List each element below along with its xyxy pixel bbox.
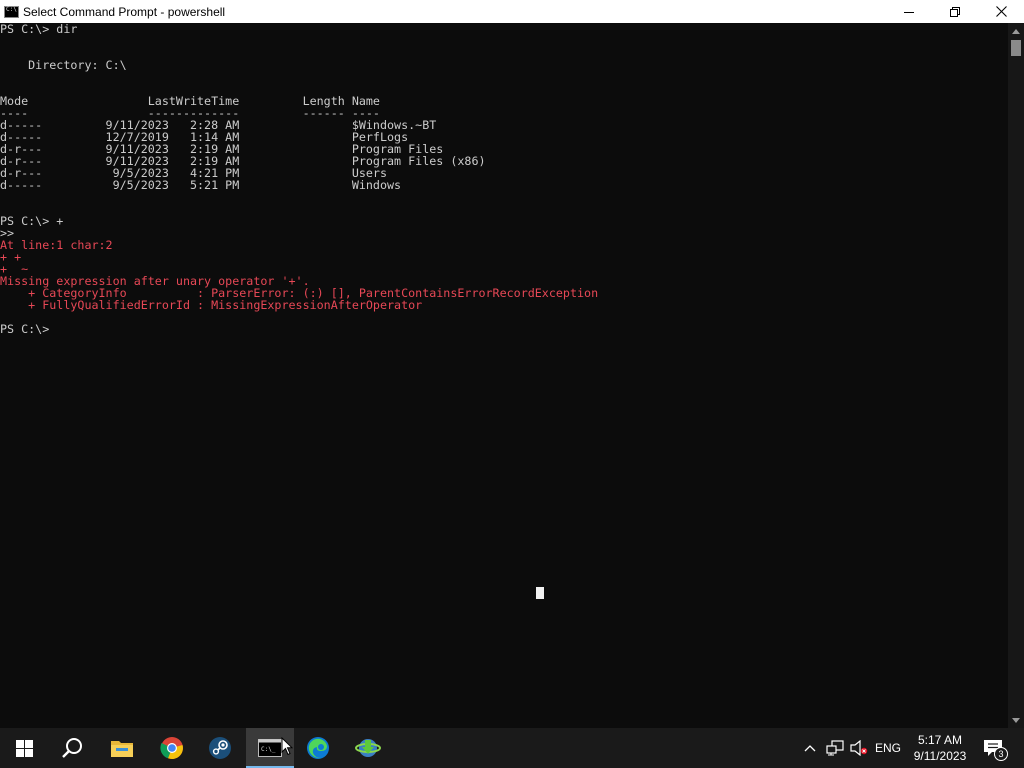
idm-icon	[355, 739, 381, 757]
console-line: PS C:\> +	[0, 214, 64, 228]
svg-text:C:\_: C:\_	[261, 746, 276, 753]
chrome-button[interactable]	[148, 728, 196, 768]
edge-button[interactable]	[294, 728, 342, 768]
close-button[interactable]	[978, 0, 1024, 23]
console-output[interactable]: PS C:\> dir Directory: C:\ Mode LastWrite…	[0, 23, 1008, 728]
console-line: + +	[0, 250, 22, 264]
chrome-icon	[160, 737, 183, 760]
idm-button[interactable]	[344, 728, 392, 768]
taskbar: C:\_ ENG 5:17 AM 9/11/2023 3	[0, 728, 1024, 768]
notification-count-badge: 3	[994, 747, 1008, 761]
console-line: + FullyQualifiedErrorId : MissingExpress…	[0, 298, 423, 312]
folder-icon	[111, 741, 133, 757]
console-line: At line:1 char:2	[0, 238, 113, 252]
start-button[interactable]	[0, 728, 48, 768]
console-line: Directory: C:\	[0, 58, 127, 72]
cmd-icon: C:\_	[258, 739, 282, 757]
restore-icon	[950, 6, 960, 17]
search-button[interactable]	[48, 728, 96, 768]
console-line: PS C:\>	[0, 322, 50, 336]
restore-button[interactable]	[932, 0, 978, 23]
clock-date: 9/11/2023	[913, 749, 967, 763]
steam-icon	[209, 737, 231, 759]
console-line: PS C:\> dir	[0, 23, 78, 36]
edge-icon	[307, 737, 329, 759]
cmd-icon[interactable]	[4, 5, 19, 18]
close-icon	[995, 6, 1007, 17]
show-hidden-icons-button[interactable]	[800, 728, 820, 768]
scroll-down-button[interactable]	[1008, 712, 1024, 728]
scroll-up-button[interactable]	[1008, 23, 1024, 39]
window-title: Select Command Prompt - powershell	[23, 4, 226, 19]
search-icon	[62, 738, 82, 758]
mouse-pointer-icon	[281, 737, 293, 756]
network-button[interactable]	[823, 728, 847, 768]
speaker-muted-icon	[850, 740, 868, 756]
windows-logo-icon	[15, 739, 33, 757]
file-explorer-button[interactable]	[98, 728, 146, 768]
minimize-icon	[904, 11, 914, 13]
minimize-button[interactable]	[886, 0, 932, 23]
scrollbar-thumb[interactable]	[1011, 40, 1021, 56]
chevron-up-icon	[804, 745, 816, 752]
vertical-scrollbar[interactable]	[1008, 23, 1024, 728]
language-indicator[interactable]: ENG	[872, 728, 904, 768]
clock[interactable]: 5:17 AM 9/11/2023	[910, 732, 970, 764]
console-text: PS C:\> dir Directory: C:\ Mode LastWrite…	[0, 23, 598, 335]
arrow-up-icon	[1012, 28, 1020, 34]
network-icon	[826, 740, 844, 756]
clock-time: 5:17 AM	[917, 733, 963, 747]
volume-button[interactable]	[848, 728, 870, 768]
steam-button[interactable]	[196, 728, 244, 768]
arrow-down-icon	[1012, 717, 1020, 723]
console-line: d----- 9/5/2023 5:21 PM Windows	[0, 178, 402, 192]
text-cursor	[536, 587, 544, 599]
title-bar[interactable]: Select Command Prompt - powershell	[0, 0, 1024, 23]
